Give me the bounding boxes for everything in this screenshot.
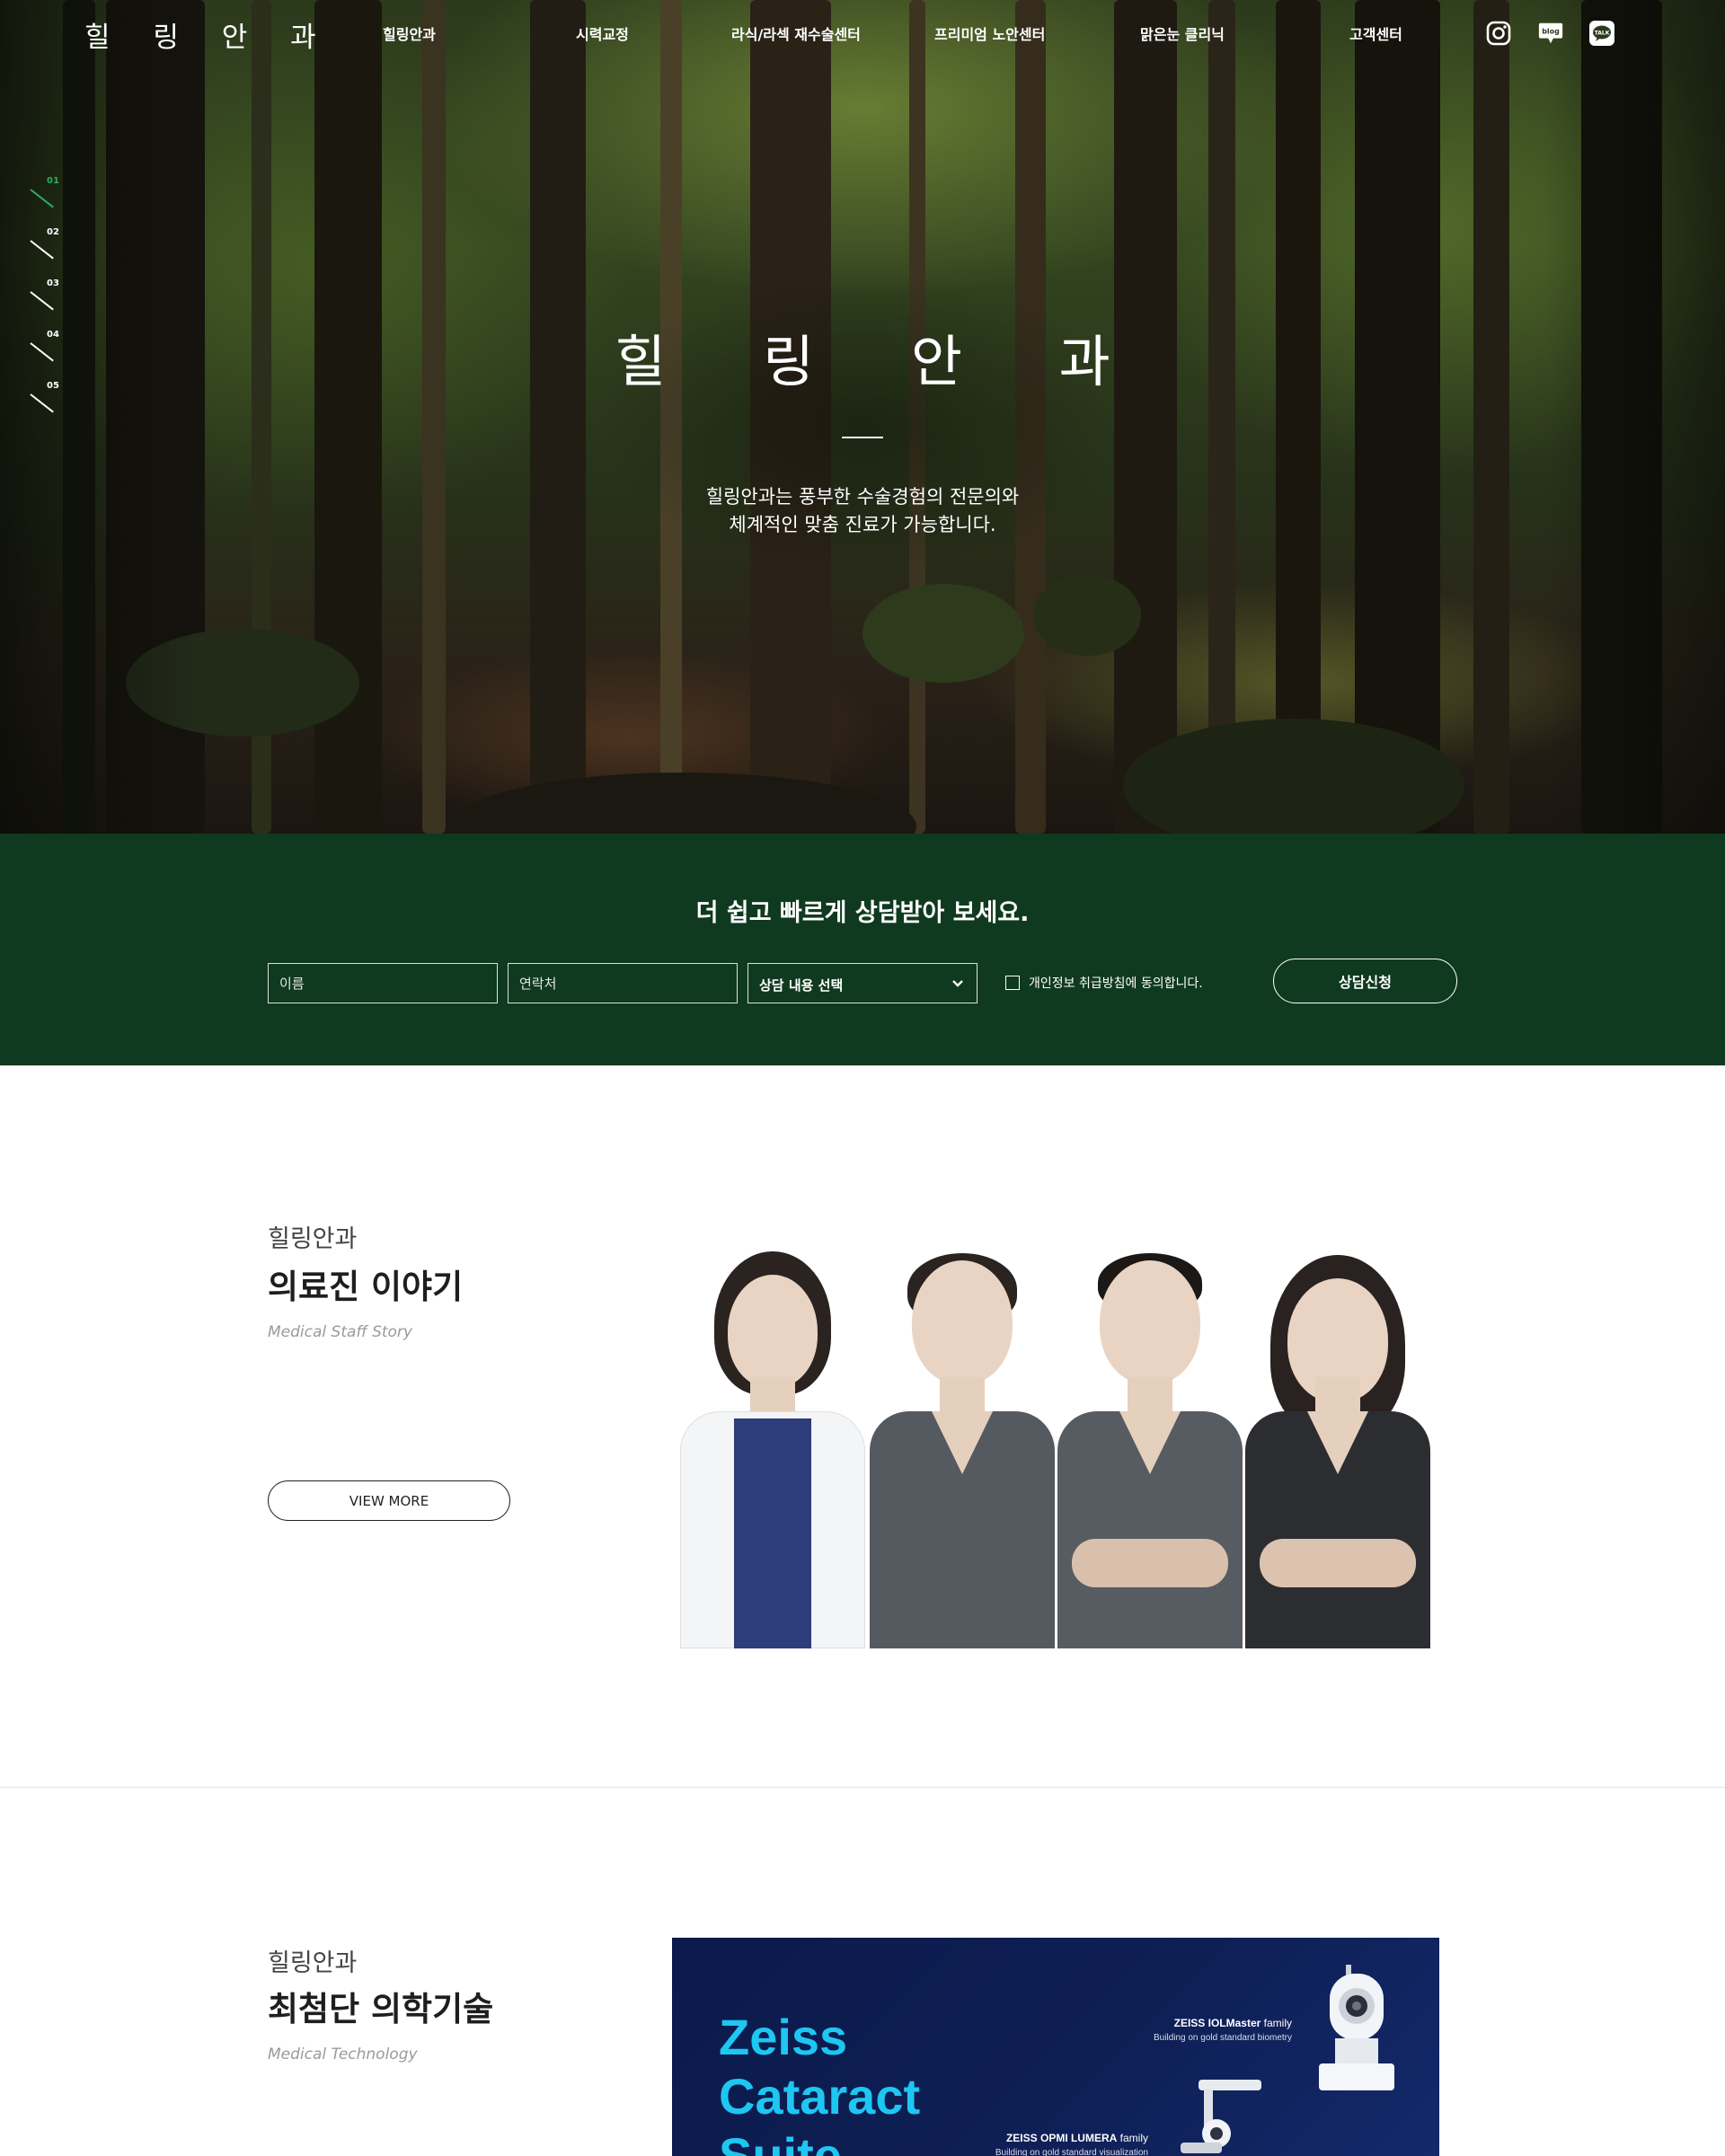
pager-number: 03	[47, 278, 59, 288]
hero-section: 힐 링 안 과 힐링안과 시력교정 라식/라섹 재수술센터 프리미엄 노안센터 …	[0, 0, 1725, 834]
caption-family: family	[1119, 2132, 1148, 2144]
hero-divider	[842, 437, 883, 438]
doctor-portrait[interactable]	[680, 1242, 865, 1648]
tree-trunk	[1473, 0, 1509, 834]
pager-number: 02	[47, 227, 59, 237]
chevron-down-icon	[952, 980, 963, 987]
caption-product: ZEISS IOLMaster	[1173, 2017, 1261, 2029]
crossed-arms	[1072, 1539, 1228, 1587]
brand-line: Cataract	[719, 2068, 921, 2125]
doctor-face	[912, 1260, 1013, 1384]
scrubs-neckline	[1119, 1411, 1181, 1474]
doctor-face	[728, 1275, 818, 1388]
pager-number: 01	[47, 176, 59, 186]
section-divider	[0, 1787, 1725, 1788]
caption-product: ZEISS OPMI LUMERA	[1005, 2132, 1118, 2144]
blog-icon[interactable]: blog	[1537, 20, 1564, 47]
staff-title: 의료진 이야기	[268, 1268, 464, 1306]
pager-slash	[30, 291, 54, 311]
pager-slash	[30, 240, 54, 260]
crossed-arms	[1260, 1539, 1416, 1587]
consult-type-select[interactable]: 상담 내용 선택	[748, 963, 978, 1003]
name-input[interactable]	[268, 963, 498, 1003]
nav-item-customer-center[interactable]: 고객센터	[1349, 22, 1402, 44]
hero-shade	[1545, 0, 1725, 834]
svg-text:blog: blog	[1542, 27, 1560, 35]
lumera-caption: ZEISS OPMI LUMERA family Building on gol…	[995, 2132, 1148, 2156]
scrubs-neckline	[932, 1411, 993, 1474]
iolmaster-device-image	[1319, 1965, 1394, 2090]
tech-title: 최첨단 의학기술	[268, 1990, 494, 2028]
hero-desc-line: 체계적인 맞춤 진료가 가능합니다.	[729, 514, 996, 535]
consult-submit-button[interactable]: 상담신청	[1273, 959, 1457, 1003]
scrubs-neckline	[1307, 1411, 1368, 1474]
pager-item[interactable]: 01	[27, 172, 81, 224]
tree-trunk	[422, 0, 446, 834]
select-value: 상담 내용 선택	[759, 977, 844, 994]
nav-item-vision-correction[interactable]: 시력교정	[576, 22, 629, 44]
nav-item-presbyopia-center[interactable]: 프리미엄 노안센터	[934, 22, 1045, 44]
instagram-icon[interactable]	[1485, 20, 1512, 47]
tree-trunk	[1276, 0, 1321, 834]
phone-input[interactable]	[508, 963, 738, 1003]
hero-title: 힐 링 안 과	[615, 329, 1150, 394]
consult-title: 더 쉽고 빠르게 상담받아 보세요.	[695, 899, 1030, 927]
view-more-button[interactable]: VIEW MORE	[268, 1480, 510, 1521]
doctor-portrait[interactable]	[870, 1242, 1055, 1648]
svg-text:TALK: TALK	[1595, 31, 1610, 37]
lumera-microscope-image	[1181, 2080, 1261, 2153]
kakao-talk-icon[interactable]: TALK	[1588, 20, 1615, 47]
site-header: 힐 링 안 과 힐링안과 시력교정 라식/라섹 재수술센터 프리미엄 노안센터 …	[0, 0, 1725, 66]
doctor-blouse	[734, 1418, 811, 1648]
nav-item-resurgery-center[interactable]: 라식/라섹 재수술센터	[731, 22, 861, 44]
hero-desc-line: 힐링안과는 풍부한 수술경험의 전문의와	[705, 486, 1020, 508]
brand-line: Zeiss	[719, 2009, 848, 2065]
doctor-face	[1100, 1260, 1200, 1384]
privacy-agree-checkbox[interactable]: 개인정보 취급방침에 동의합니다.	[1005, 973, 1203, 993]
checkbox-box[interactable]	[1005, 976, 1020, 990]
tree-trunk	[1355, 0, 1440, 834]
doctor-neck	[1128, 1377, 1172, 1413]
doctor-neck	[750, 1377, 795, 1413]
banner-brand-text: Zeiss Cataract Suite	[719, 2008, 920, 2156]
iolmaster-caption: ZEISS IOLMaster family Building on gold …	[1154, 2017, 1292, 2043]
tech-english-title: Medical Technology	[268, 2046, 418, 2063]
mossy-rock	[449, 773, 916, 834]
caption-subtext: Building on gold standard visualization	[995, 2148, 1148, 2156]
mossy-rock	[862, 584, 1024, 683]
brand-line: Suite	[719, 2127, 842, 2156]
consult-form-section: 더 쉽고 빠르게 상담받아 보세요. 상담 내용 선택 개인정보 취급방침에 동…	[0, 834, 1725, 1065]
nav-item-clear-eye-clinic[interactable]: 맑은눈 클리닉	[1140, 22, 1225, 44]
mossy-rock	[1033, 575, 1141, 656]
pager-slash	[30, 189, 54, 208]
doctor-portrait[interactable]	[1245, 1242, 1430, 1648]
caption-family: family	[1263, 2017, 1292, 2029]
hero-description: 힐링안과는 풍부한 수술경험의 전문의와 체계적인 맞춤 진료가 가능합니다.	[0, 483, 1725, 539]
tech-subtitle: 힐링안과	[268, 1949, 358, 1977]
doctor-neck	[940, 1377, 985, 1413]
privacy-agree-label: 개인정보 취급방침에 동의합니다.	[1029, 976, 1203, 991]
tree-trunk	[530, 0, 586, 834]
main-nav: 힐링안과 시력교정 라식/라섹 재수술센터 프리미엄 노안센터 맑은눈 클리닉 …	[0, 22, 1725, 44]
zeiss-banner[interactable]: Zeiss Cataract Suite ZEISS IOLMaster fam…	[672, 1938, 1439, 2156]
pager-item[interactable]: 02	[27, 224, 81, 275]
staff-subtitle: 힐링안과	[268, 1225, 358, 1253]
nav-item-about[interactable]: 힐링안과	[383, 22, 436, 44]
doctor-portrait[interactable]	[1057, 1242, 1243, 1648]
tree-trunk	[1208, 0, 1235, 834]
staff-english-title: Medical Staff Story	[268, 1323, 412, 1341]
doctor-neck	[1315, 1377, 1360, 1413]
caption-subtext: Building on gold standard biometry	[1154, 2033, 1292, 2043]
